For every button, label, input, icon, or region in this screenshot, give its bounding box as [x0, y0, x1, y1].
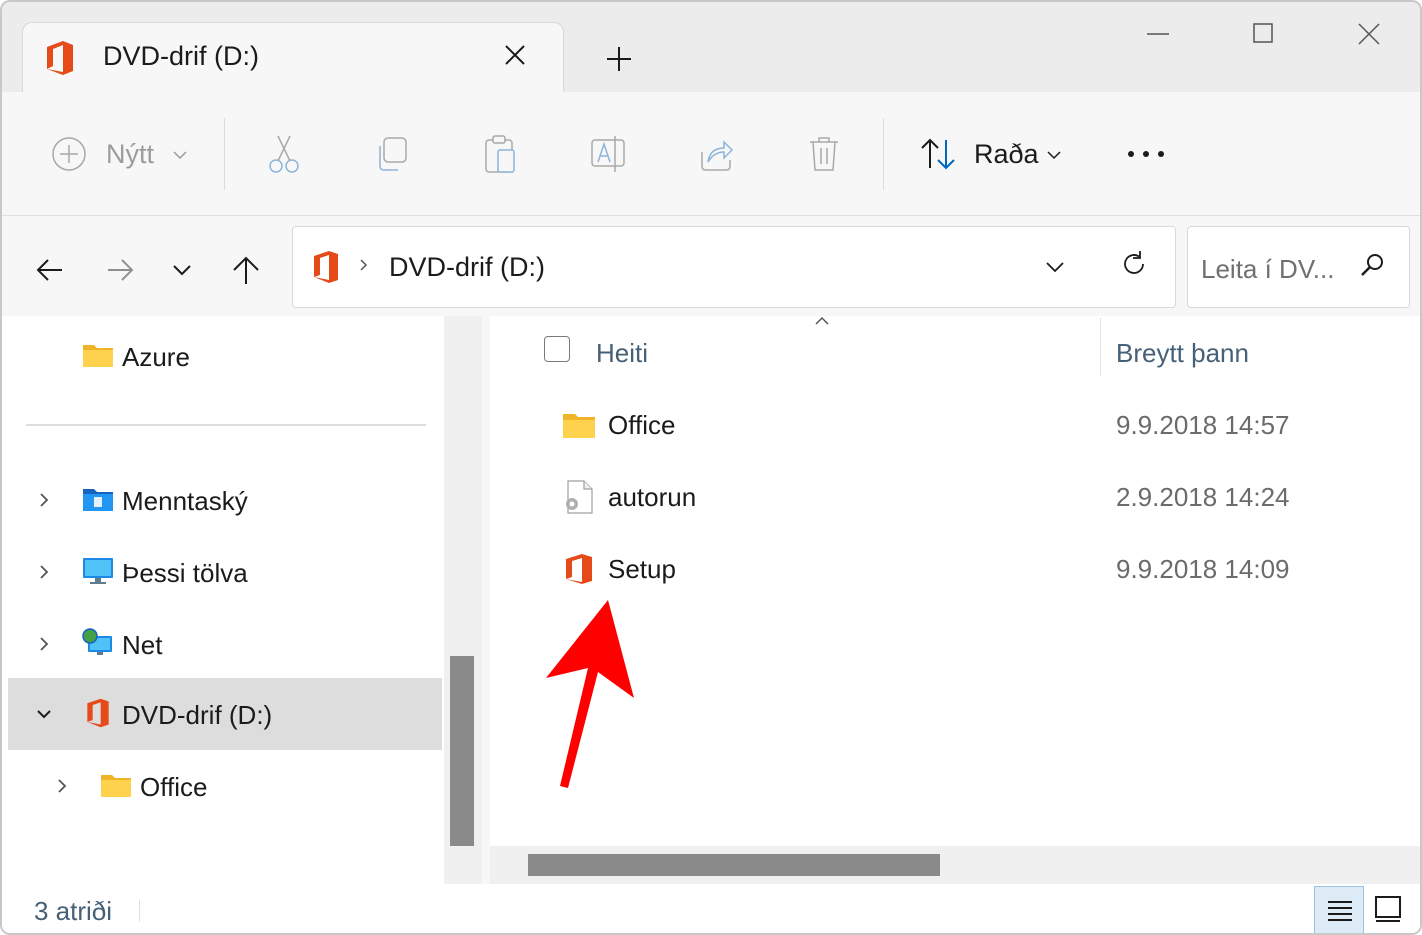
title-bar: DVD-drif (D:): [2, 2, 1420, 94]
close-tab-icon[interactable]: [501, 41, 529, 69]
sidebar-item-label: Þessi tölva: [122, 558, 248, 588]
file-date: 2.9.2018 14:24: [1116, 482, 1290, 512]
sidebar-item-this-pc[interactable]: Þessi tölva: [8, 536, 442, 608]
annotation-arrow: [546, 600, 634, 788]
rename-icon[interactable]: [588, 132, 628, 176]
refresh-icon[interactable]: [1119, 249, 1149, 279]
office-icon: [87, 698, 109, 728]
chevron-down-icon[interactable]: [32, 702, 56, 726]
file-explorer-window: DVD-drif (D:) Nýtt Raða DVD-drif (D:) Le…: [0, 0, 1422, 935]
chevron-right-icon[interactable]: [50, 774, 74, 798]
sidebar-item-label: Azure: [122, 342, 190, 372]
copy-icon[interactable]: [372, 132, 412, 176]
cut-icon[interactable]: [264, 132, 304, 176]
tab-dvd-drive[interactable]: DVD-drif (D:): [22, 22, 564, 94]
sidebar-divider: [26, 424, 426, 426]
chevron-right-icon[interactable]: [32, 632, 56, 656]
table-row[interactable]: Setup 9.9.2018 14:09: [550, 538, 1410, 598]
network-icon: [82, 628, 112, 655]
sidebar-item-label: Net: [122, 630, 163, 660]
search-placeholder: Leita í DV...: [1201, 254, 1335, 284]
folder-icon: [563, 414, 595, 438]
item-count: 3 atriði: [34, 896, 113, 926]
column-divider[interactable]: [1100, 318, 1101, 376]
address-dropdown-icon[interactable]: [1041, 253, 1069, 281]
sidebar-item-menntasky[interactable]: Menntaský: [8, 464, 442, 536]
sidebar-item-dvd-drive[interactable]: DVD-drif (D:): [8, 678, 442, 750]
maximize-icon[interactable]: [1243, 18, 1283, 52]
details-view-button[interactable]: [1314, 886, 1364, 933]
settings-file-icon: [566, 480, 593, 514]
address-bar[interactable]: DVD-drif (D:): [292, 226, 1176, 308]
chevron-right-icon[interactable]: [32, 488, 56, 512]
status-divider: [139, 900, 140, 922]
search-icon[interactable]: [1358, 251, 1386, 279]
office-icon: [314, 251, 338, 283]
column-header-name[interactable]: Heiti: [596, 338, 648, 369]
up-arrow-icon[interactable]: [226, 250, 266, 290]
chevron-down-icon[interactable]: [170, 132, 190, 176]
sidebar-item-office-folder[interactable]: Office: [8, 750, 442, 822]
details-view-icon: [1328, 901, 1352, 921]
forward-arrow-icon[interactable]: [100, 250, 140, 290]
column-header-date-modified[interactable]: Breytt þann: [1116, 338, 1249, 369]
delete-icon[interactable]: [804, 132, 844, 176]
file-name: Setup: [608, 554, 676, 584]
sort-icon[interactable]: [918, 132, 960, 176]
file-date: 9.9.2018 14:09: [1116, 554, 1290, 584]
new-tab-icon[interactable]: [602, 42, 636, 76]
onedrive-folder-icon: [83, 489, 113, 511]
recent-locations-chevron-icon[interactable]: [162, 250, 202, 290]
horizontal-scroll-thumb[interactable]: [528, 854, 940, 876]
toolbar-separator: [224, 118, 225, 190]
navigation-pane: Azure Menntaský Þessi tölva Net DVD-drif…: [2, 316, 444, 884]
folder-icon: [101, 775, 131, 797]
table-row[interactable]: autorun 2.9.2018 14:24: [550, 466, 1410, 526]
office-icon: [566, 554, 592, 584]
file-name: autorun: [608, 482, 697, 512]
breadcrumb-current[interactable]: DVD-drif (D:): [389, 252, 545, 283]
pane-splitter[interactable]: [482, 316, 490, 884]
sidebar-item-label: DVD-drif (D:): [122, 700, 273, 730]
tab-title: DVD-drif (D:): [103, 41, 259, 71]
sort-button-label[interactable]: Raða: [974, 139, 1039, 170]
tiles-view-button[interactable]: [1364, 886, 1414, 933]
new-button-label[interactable]: Nýtt: [106, 139, 154, 170]
search-box[interactable]: Leita í DV...: [1187, 226, 1410, 308]
address-row: DVD-drif (D:) Leita í DV...: [2, 216, 1420, 316]
status-bar: 3 atriði: [2, 884, 1420, 933]
minimize-icon[interactable]: [1138, 18, 1178, 52]
tiles-view-icon: [1375, 896, 1401, 922]
close-window-icon[interactable]: [1349, 18, 1389, 52]
breadcrumb-chevron-icon[interactable]: [357, 253, 371, 277]
chevron-right-icon[interactable]: [32, 560, 56, 584]
folder-icon: [83, 345, 113, 367]
more-options-icon[interactable]: [1124, 132, 1168, 176]
sidebar-item-label: Menntaský: [122, 486, 248, 516]
select-all-checkbox[interactable]: [544, 336, 570, 362]
sidebar-scroll-thumb[interactable]: [450, 656, 474, 846]
sidebar-item-azure[interactable]: Azure: [8, 320, 442, 392]
command-bar: Nýtt Raða: [2, 92, 1420, 216]
file-date: 9.9.2018 14:57: [1116, 410, 1290, 440]
sort-ascending-icon: [815, 316, 829, 325]
chevron-down-icon[interactable]: [1044, 132, 1064, 176]
office-icon: [47, 41, 73, 75]
back-arrow-icon[interactable]: [30, 250, 70, 290]
sidebar-item-label: Office: [140, 772, 208, 802]
file-name: Office: [608, 410, 676, 440]
share-icon[interactable]: [696, 132, 736, 176]
new-plus-icon[interactable]: [50, 132, 88, 176]
paste-icon[interactable]: [480, 132, 520, 176]
table-row[interactable]: Office 9.9.2018 14:57: [550, 394, 1410, 454]
toolbar-separator: [883, 118, 884, 190]
sidebar-item-network[interactable]: Net: [8, 608, 442, 680]
computer-icon: [83, 558, 113, 584]
